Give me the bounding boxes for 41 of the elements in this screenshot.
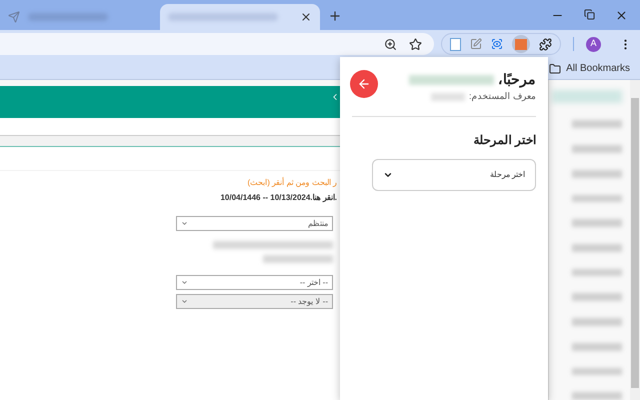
- dropdown-field[interactable]: -- اختر --: [176, 275, 333, 290]
- new-tab-icon[interactable]: [328, 9, 342, 23]
- send-icon: [8, 11, 20, 23]
- edit-icon[interactable]: [470, 38, 482, 50]
- greeting-text: مرحبًا،: [498, 70, 536, 90]
- folder-icon: [549, 62, 562, 74]
- dropdown-field[interactable]: منتظم: [176, 216, 333, 231]
- extension-icon[interactable]: [450, 38, 462, 50]
- redacted-text: [572, 244, 622, 252]
- redacted-text: [572, 194, 622, 202]
- caret-icon: [181, 298, 188, 305]
- redacted-text: [572, 293, 622, 302]
- redacted-banner: [552, 90, 622, 104]
- stage-select[interactable]: اختر مرحلة: [372, 158, 536, 190]
- redacted-text: [572, 342, 622, 351]
- redacted-text: [572, 219, 622, 227]
- redacted-text: [572, 145, 622, 153]
- redacted-text: [572, 392, 622, 400]
- redacted-text: [572, 170, 622, 178]
- close-tab-icon[interactable]: [300, 11, 312, 23]
- all-bookmarks-button[interactable]: All Bookmarks: [549, 61, 630, 76]
- screen-icon[interactable]: [490, 38, 503, 50]
- zoom-icon[interactable]: [384, 38, 397, 50]
- notice-text: ر البحث ومن ثم أنقر (ابحث): [248, 177, 337, 189]
- back-button[interactable]: [350, 70, 378, 98]
- restore-icon[interactable]: [584, 9, 595, 20]
- redacted-text: [572, 318, 622, 326]
- redacted-text: [572, 268, 622, 276]
- redacted-text: [572, 368, 622, 376]
- section-title: اختر المرحلة: [474, 132, 536, 148]
- user-id-label: معرف المستخدم:: [468, 90, 536, 104]
- redacted-text: [572, 120, 622, 128]
- bookmark-star-icon[interactable]: [409, 38, 422, 50]
- profile-avatar[interactable]: A: [586, 36, 601, 52]
- extensions-icon[interactable]: [538, 38, 552, 50]
- redacted-text: [430, 92, 465, 101]
- date-text: 10/04/1446 -- 10/13/2024.انقر هنا.: [220, 192, 337, 204]
- caret-icon: [181, 220, 188, 227]
- caret-icon: [181, 279, 188, 286]
- close-window-icon[interactable]: [615, 9, 628, 22]
- redacted-text: [263, 255, 333, 263]
